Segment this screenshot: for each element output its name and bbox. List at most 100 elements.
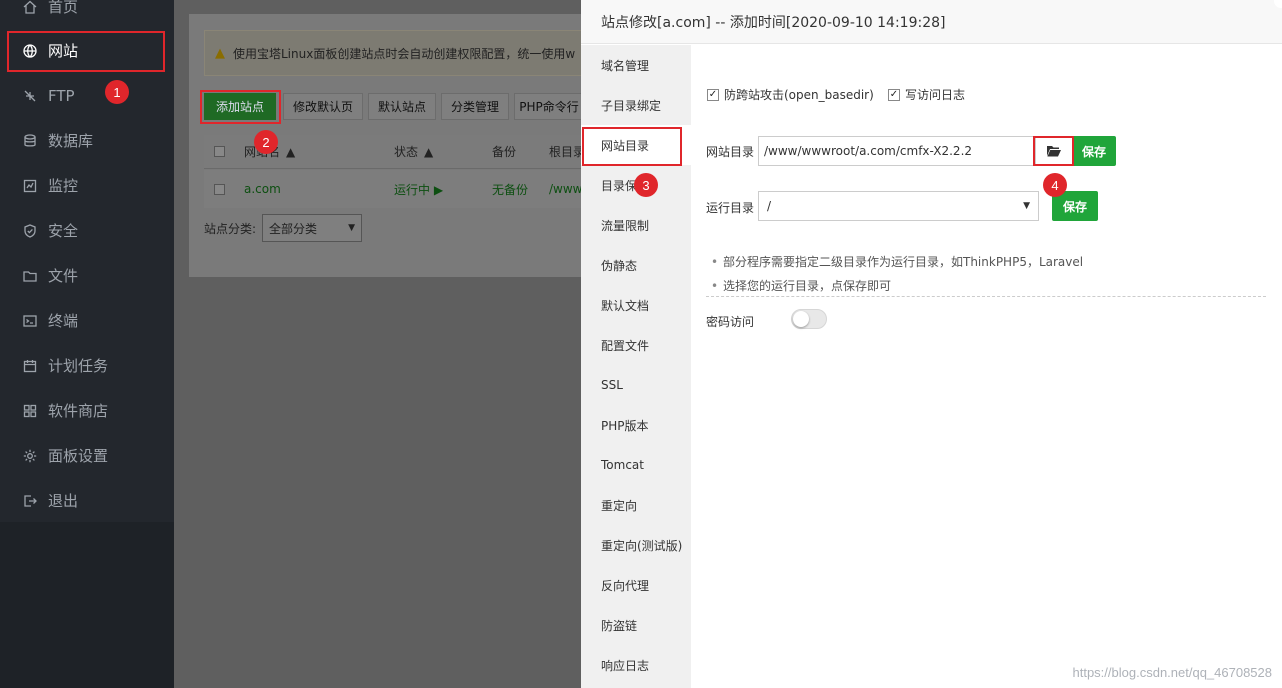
logout-icon [22,493,38,509]
site-backup[interactable]: 无备份 [492,170,528,208]
column-header-root: 根目录 [549,145,586,159]
save-site-dir-button[interactable]: 保存 [1072,136,1116,166]
table-row: a.com 运行中 ▶ 无备份 /www [204,170,584,208]
tab-redirect-beta[interactable]: 重定向(测试版) [581,525,691,565]
tab-subdir-binding[interactable]: 子目录绑定 [581,85,691,125]
tab-rewrite[interactable]: 伪静态 [581,245,691,285]
sidebar-item-label: 监控 [48,177,79,195]
select-all-checkbox[interactable] [214,146,225,157]
sidebar-item-terminal[interactable]: 终端 [0,298,174,343]
sidebar-item-ftp[interactable]: FTP [0,73,174,118]
ftp-icon [22,88,38,104]
run-dir-select[interactable]: / ▼ [758,191,1039,221]
terminal-icon [22,313,38,329]
category-label: 站点分类: [204,221,257,236]
category-filter: 站点分类: 全部分类 ▼ [204,214,363,242]
category-manage-button[interactable]: 分类管理 [441,93,509,120]
folder-icon [22,268,38,284]
dialog-title: 站点修改[a.com] -- 添加时间[2020-09-10 14:19:28] [581,0,1282,44]
sidebar-item-logout[interactable]: 退出 [0,478,174,523]
sidebar-item-security[interactable]: 安全 [0,208,174,253]
dialog-content: ✓ 防跨站攻击(open_basedir) ✓ 写访问日志 网站目录 /www/… [691,45,1282,688]
site-name-link[interactable]: a.com [244,170,281,208]
site-dir-label: 网站目录 [706,145,755,159]
sidebar-item-label: 终端 [48,312,79,330]
sidebar-footer [0,522,174,688]
sidebar-item-label: 数据库 [48,132,94,150]
sidebar-item-monitor[interactable]: 监控 [0,163,174,208]
sidebar-item-label: 退出 [48,492,79,510]
grid-icon [22,403,38,419]
anti-xss-checkbox[interactable]: ✓ 防跨站攻击(open_basedir) [707,86,874,103]
password-access-toggle[interactable] [791,309,827,329]
site-edit-dialog: 站点修改[a.com] -- 添加时间[2020-09-10 14:19:28]… [581,0,1282,688]
tab-ssl[interactable]: SSL [581,365,691,405]
site-status[interactable]: 运行中 ▶ [394,170,443,208]
sidebar-item-files[interactable]: 文件 [0,253,174,298]
shield-icon [22,223,38,239]
tab-reverse-proxy[interactable]: 反向代理 [581,565,691,605]
column-header-backup: 备份 [492,145,517,159]
tab-default-doc[interactable]: 默认文档 [581,285,691,325]
sidebar-item-label: FTP [48,86,75,105]
category-select[interactable]: 全部分类 ▼ [262,214,363,242]
sort-up-icon: ▲ [424,144,434,159]
default-site-button[interactable]: 默认站点 [368,93,436,120]
checkmark-icon: ✓ [707,88,719,101]
tab-tomcat[interactable]: Tomcat [581,445,691,485]
site-dir-value: /www/wwwroot/a.com/cmfx-X2.2.2 [764,144,973,158]
caret-down-icon: ▼ [348,223,356,233]
warning-icon: ▲ [215,45,225,61]
sidebar-item-cron[interactable]: 计划任务 [0,343,174,388]
caret-down-icon: ▼ [1023,201,1030,211]
tab-hotlink-protect[interactable]: 防盗链 [581,605,691,645]
category-selected-value: 全部分类 [269,221,318,236]
anti-xss-label: 防跨站攻击(open_basedir) [724,88,874,102]
checkmark-icon: ✓ [888,88,900,101]
sidebar-item-store[interactable]: 软件商店 [0,388,174,433]
sidebar-item-settings[interactable]: 面板设置 [0,433,174,478]
sidebar-item-home[interactable]: 首页 [0,0,174,29]
php-cli-button[interactable]: PHP命令行 [514,93,584,120]
tab-domain[interactable]: 域名管理 [581,45,691,85]
row-checkbox[interactable] [214,183,225,195]
column-header-status[interactable]: 状态 [394,143,418,160]
run-dir-label: 运行目录 [706,201,755,215]
dialog-title-text: 站点修改[a.com] -- 添加时间[2020-09-10 14:19:28] [601,14,946,31]
tab-php-version[interactable]: PHP版本 [581,405,691,445]
calendar-icon [22,358,38,374]
tab-redirect[interactable]: 重定向 [581,485,691,525]
site-dir-input[interactable]: /www/wwwroot/a.com/cmfx-X2.2.2 [758,136,1036,166]
tips-list: 部分程序需要指定二级目录作为运行目录，如ThinkPHP5，Laravel 选择… [709,250,1269,298]
step-badge-4: 4 [1043,173,1067,197]
modify-default-page-button[interactable]: 修改默认页 [283,93,363,120]
tab-traffic-limit[interactable]: 流量限制 [581,205,691,245]
highlight-box-1 [7,31,165,72]
sidebar-item-label: 首页 [48,0,79,16]
home-icon [22,0,38,15]
sidebar-item-database[interactable]: 数据库 [0,118,174,163]
site-root-path[interactable]: /www [549,170,583,208]
gear-icon [22,448,38,464]
sidebar-item-label: 安全 [48,222,79,240]
step-badge-3: 3 [634,173,658,197]
sidebar-item-label: 面板设置 [48,447,109,465]
sidebar-item-label: 文件 [48,267,79,285]
database-icon [22,133,38,149]
tip-item: 部分程序需要指定二级目录作为运行目录，如ThinkPHP5，Laravel [709,250,1269,274]
sidebar-item-label: 计划任务 [48,357,109,375]
tab-response-log[interactable]: 响应日志 [581,645,691,685]
run-dir-value: / [767,199,772,213]
step-badge-1: 1 [105,80,129,104]
access-log-label: 写访问日志 [905,88,966,102]
highlight-box-3 [582,127,682,166]
step-badge-2: 2 [254,130,278,154]
password-access-label: 密码访问 [706,315,755,329]
watermark: https://blog.csdn.net/qq_46708528 [1072,665,1273,680]
tab-config-file[interactable]: 配置文件 [581,325,691,365]
tip-item: 选择您的运行目录，点保存即可 [709,274,1269,298]
highlight-box-4 [1033,136,1074,166]
sidebar-item-label: 软件商店 [48,402,109,420]
highlight-box-2 [200,90,281,124]
access-log-checkbox[interactable]: ✓ 写访问日志 [888,86,965,103]
